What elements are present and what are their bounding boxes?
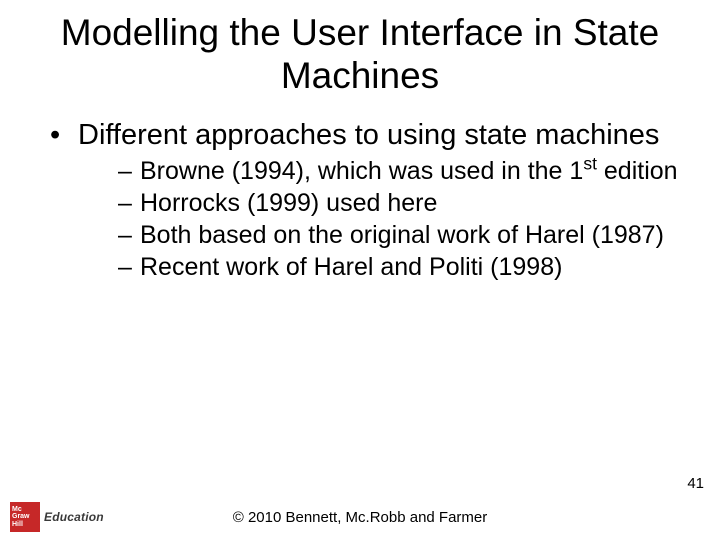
mcgraw-hill-icon: Mc Graw Hill (10, 502, 40, 532)
bullet-sub-3: Both based on the original work of Harel… (118, 220, 700, 250)
slide: Modelling the User Interface in State Ma… (0, 0, 720, 540)
publisher-logo: Mc Graw Hill Education (10, 502, 104, 532)
bullet-sub-2: Horrocks (1999) used here (118, 188, 700, 218)
bullet-sub-1b: edition (597, 157, 678, 185)
bullet-sub-1: Browne (1994), which was used in the 1st… (118, 156, 700, 186)
logo-line3: Hill (12, 521, 23, 528)
bullet-sub-4: Recent work of Harel and Politi (1998) (118, 252, 700, 282)
bullet-main-text: Different approaches to using state mach… (78, 119, 659, 151)
bullet-sub-1a: Browne (1994), which was used in the 1 (140, 157, 583, 185)
page-number: 41 (687, 475, 704, 492)
bullet-list-level2: Browne (1994), which was used in the 1st… (118, 156, 700, 282)
logo-brand-text: Education (44, 510, 104, 524)
bullet-list-level1: Different approaches to using state mach… (50, 119, 700, 282)
bullet-main: Different approaches to using state mach… (50, 119, 700, 282)
logo-line2: Graw (12, 513, 30, 520)
slide-title: Modelling the User Interface in State Ma… (60, 12, 660, 97)
copyright: © 2010 Bennett, Mc.Robb and Farmer (0, 509, 720, 526)
logo-line1: Mc (12, 506, 22, 513)
bullet-sub-1-sup: st (583, 154, 597, 174)
